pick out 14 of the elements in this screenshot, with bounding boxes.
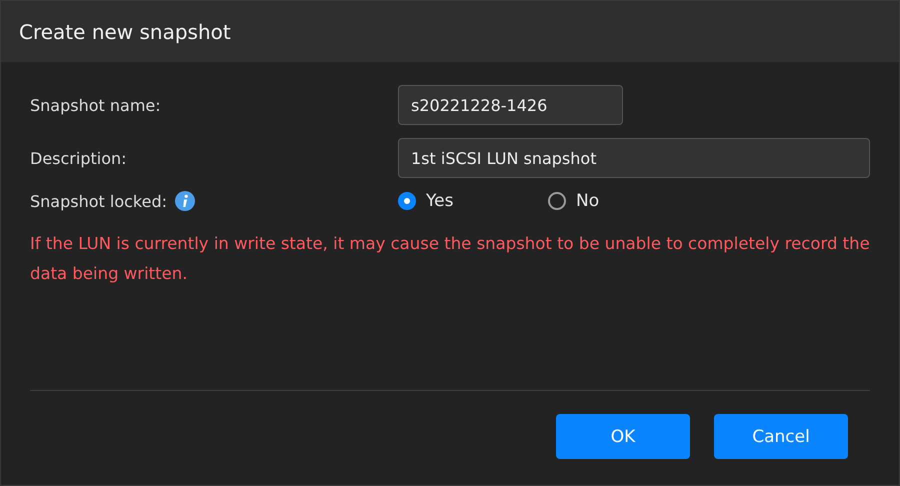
description-field[interactable]: 1st iSCSI LUN snapshot: [398, 138, 870, 178]
info-icon[interactable]: [175, 191, 195, 211]
field-label: Snapshot locked:: [30, 192, 167, 210]
ok-button[interactable]: OK: [556, 414, 690, 459]
name-field[interactable]: s20221228-1426: [398, 85, 623, 125]
radio-label: Yes: [426, 191, 454, 211]
field-label: Description:: [30, 148, 128, 168]
field-label: Snapshot name:: [30, 96, 162, 114]
radio-label: No: [576, 191, 600, 211]
cancel-button[interactable]: Cancel: [714, 414, 848, 459]
radio-button[interactable]: [398, 192, 416, 210]
warning-message: If the LUN is currently in write state, it may cause the snapshot to be unable to completely record the data being written.: [30, 233, 870, 285]
dialog-title: Create new snapshot: [1, 1, 899, 62]
radio-button[interactable]: [548, 192, 566, 210]
